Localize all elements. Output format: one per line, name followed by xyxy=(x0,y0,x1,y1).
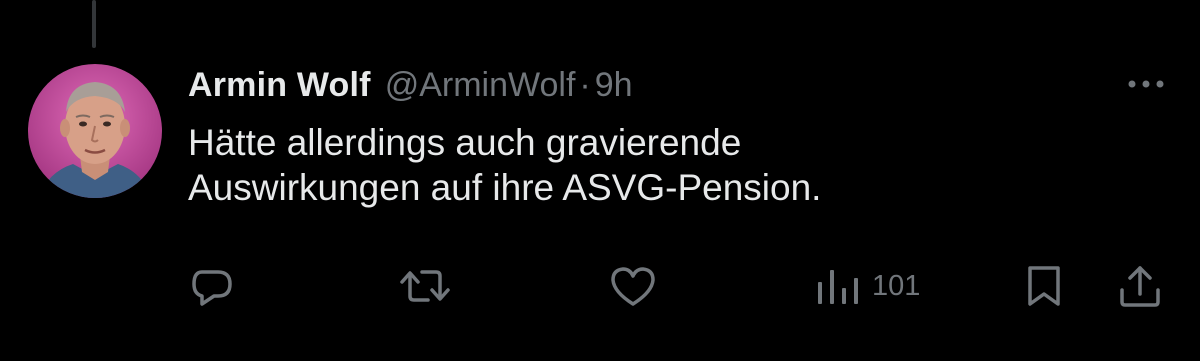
bar-chart-icon xyxy=(818,270,858,304)
tweet-text: Hätte allerdings auch gravierende Auswir… xyxy=(188,122,822,208)
avatar[interactable] xyxy=(28,64,162,198)
bookmark-button[interactable] xyxy=(1024,258,1064,314)
views-count: 101 xyxy=(872,269,921,302)
like-button[interactable] xyxy=(608,258,658,314)
views-button[interactable]: 101 xyxy=(816,258,920,314)
author-name[interactable]: Armin Wolf xyxy=(188,66,371,105)
thread-connector-line xyxy=(92,0,96,48)
heart-icon xyxy=(611,267,655,306)
retweet-button[interactable] xyxy=(398,258,452,314)
reply-button[interactable] xyxy=(188,258,236,314)
reply-bubble-icon xyxy=(192,270,232,306)
avatar-image xyxy=(28,64,162,198)
retweet-icon xyxy=(400,270,450,302)
tweet-timestamp[interactable]: 9h xyxy=(595,66,633,105)
bookmark-icon xyxy=(1028,266,1060,306)
share-button[interactable] xyxy=(1116,258,1164,314)
tweet-header: Armin Wolf @ArminWolf · 9h xyxy=(188,62,633,108)
header-separator: · xyxy=(579,65,591,104)
more-dots-icon xyxy=(1128,80,1164,88)
author-handle[interactable]: @ArminWolf xyxy=(385,66,576,105)
share-icon xyxy=(1120,266,1160,307)
more-options-button[interactable] xyxy=(1120,66,1172,102)
